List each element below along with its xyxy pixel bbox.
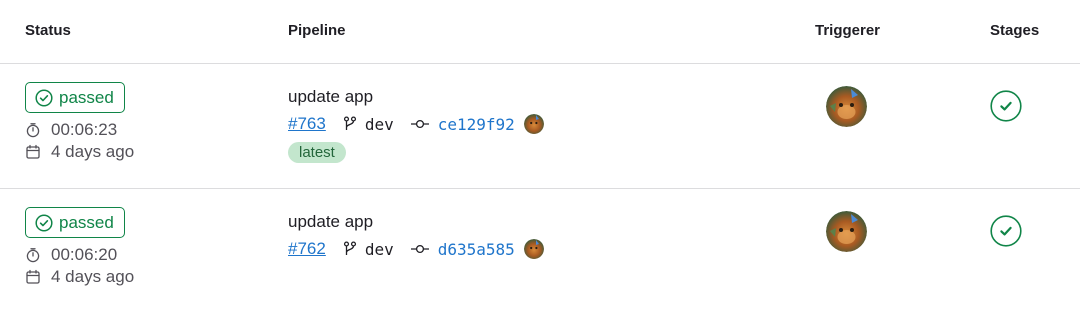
pipeline-ref-line: #763 dev ce129f92 (288, 112, 544, 136)
status-badge[interactable]: passed (25, 207, 125, 238)
check-circle-icon (35, 213, 53, 232)
check-circle-icon (35, 88, 53, 107)
column-header-triggerer: Triggerer (815, 22, 881, 39)
latest-badge: latest (288, 142, 346, 163)
table-row: passed 00:06:20 4 days ago update app #7… (0, 189, 1080, 309)
calendar-icon (26, 144, 40, 159)
column-header-pipeline: Pipeline (288, 22, 346, 39)
commit-author-avatar[interactable] (523, 114, 544, 134)
pipeline-id-link[interactable]: #763 (288, 114, 326, 134)
table-row: passed 00:06:23 4 days ago update app #7… (0, 64, 1080, 189)
stage-status-icon[interactable] (990, 90, 1022, 122)
pipeline-duration: 00:06:20 (25, 245, 117, 265)
triggerer-avatar[interactable] (826, 86, 867, 127)
status-badge-label: passed (59, 212, 114, 232)
pipeline-duration: 00:06:23 (25, 120, 117, 140)
branch-icon (343, 241, 356, 255)
table-header: Status Pipeline Triggerer Stages (0, 0, 1080, 64)
commit-icon (410, 244, 429, 254)
date-text: 4 days ago (51, 142, 135, 161)
calendar-icon (26, 269, 40, 284)
timer-icon (26, 248, 40, 263)
status-badge[interactable]: passed (25, 82, 125, 113)
commit-sha-link[interactable]: ce129f92 (438, 115, 515, 134)
column-header-status: Status (25, 22, 71, 39)
branch-name[interactable]: dev (365, 115, 394, 134)
commit-icon (410, 119, 429, 129)
stage-status-icon[interactable] (990, 215, 1022, 247)
pipeline-title[interactable]: update app (288, 87, 373, 107)
pipeline-ref-line: #762 dev d635a585 (288, 237, 544, 261)
duration-text: 00:06:23 (51, 120, 118, 139)
status-badge-label: passed (59, 87, 114, 107)
pipeline-finished-date: 4 days ago (25, 142, 134, 162)
branch-name[interactable]: dev (365, 240, 394, 259)
pipeline-title[interactable]: update app (288, 212, 373, 232)
duration-text: 00:06:20 (51, 245, 118, 264)
branch-icon (343, 116, 356, 130)
pipeline-finished-date: 4 days ago (25, 267, 134, 287)
pipeline-id-link[interactable]: #762 (288, 239, 326, 259)
timer-icon (26, 123, 40, 138)
column-header-stages: Stages (990, 22, 1040, 39)
commit-sha-link[interactable]: d635a585 (438, 240, 515, 259)
commit-author-avatar[interactable] (523, 239, 544, 259)
triggerer-avatar[interactable] (826, 211, 867, 252)
date-text: 4 days ago (51, 267, 135, 286)
